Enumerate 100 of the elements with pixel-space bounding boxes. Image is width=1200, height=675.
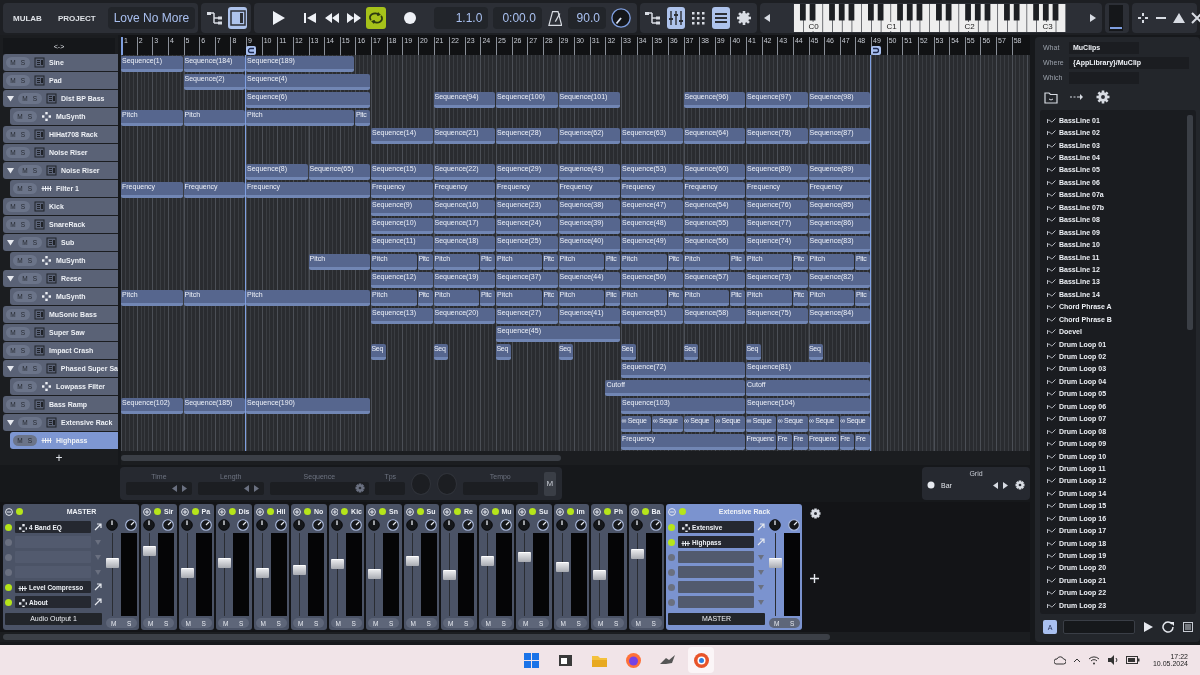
expand-icon[interactable] bbox=[293, 507, 301, 516]
knob[interactable] bbox=[180, 519, 193, 531]
expand-arrow-icon[interactable] bbox=[7, 95, 14, 102]
knob[interactable] bbox=[537, 519, 549, 531]
expand-arrow-icon[interactable] bbox=[7, 275, 14, 282]
mixer-button[interactable] bbox=[666, 7, 686, 29]
knob[interactable] bbox=[368, 519, 380, 531]
fullscreen-button[interactable] bbox=[1136, 11, 1150, 25]
fader-track[interactable] bbox=[368, 533, 381, 616]
expand-icon[interactable] bbox=[180, 507, 189, 516]
expand-icon[interactable] bbox=[405, 507, 414, 516]
fader-track[interactable] bbox=[293, 533, 306, 616]
chevron-up-icon[interactable] bbox=[1072, 657, 1081, 663]
fader-handle[interactable] bbox=[255, 568, 269, 579]
fader-handle[interactable] bbox=[630, 549, 644, 560]
fader-handle[interactable] bbox=[555, 562, 569, 573]
knob[interactable] bbox=[255, 519, 268, 531]
power-dot-icon[interactable] bbox=[529, 508, 536, 515]
knob[interactable] bbox=[462, 519, 474, 531]
fader-track[interactable] bbox=[555, 533, 569, 616]
m-button[interactable]: M bbox=[543, 471, 556, 496]
folder-icon[interactable] bbox=[1044, 90, 1058, 104]
knob[interactable] bbox=[218, 519, 230, 531]
refresh-button[interactable] bbox=[1161, 620, 1175, 634]
value-field[interactable] bbox=[197, 481, 264, 495]
power-dot-icon[interactable] bbox=[228, 508, 236, 515]
knob[interactable] bbox=[274, 519, 287, 531]
power-dot-icon[interactable] bbox=[5, 538, 12, 546]
fader-track[interactable] bbox=[255, 533, 269, 616]
fader-track[interactable] bbox=[443, 533, 456, 616]
knob[interactable] bbox=[499, 519, 512, 531]
open-editor-icon[interactable] bbox=[94, 523, 102, 531]
collapse-icon[interactable] bbox=[5, 507, 13, 516]
panel-view-button[interactable] bbox=[228, 7, 247, 29]
project-menu-button[interactable]: PROJECT bbox=[51, 7, 102, 29]
expand-icon[interactable] bbox=[518, 507, 526, 516]
expand-icon[interactable] bbox=[593, 507, 601, 516]
knob[interactable] bbox=[630, 519, 643, 531]
expand-icon[interactable] bbox=[443, 507, 451, 516]
fader-handle[interactable] bbox=[143, 546, 156, 557]
knob[interactable] bbox=[593, 519, 605, 531]
search-field[interactable] bbox=[1063, 620, 1135, 634]
expand-arrow-icon[interactable] bbox=[7, 167, 14, 174]
fader-handle[interactable] bbox=[405, 556, 419, 567]
knob[interactable] bbox=[555, 519, 568, 531]
scrollbar[interactable] bbox=[3, 634, 830, 640]
knob[interactable] bbox=[143, 519, 155, 531]
fader-track[interactable] bbox=[769, 533, 782, 616]
open-editor-icon[interactable] bbox=[94, 583, 102, 591]
knob[interactable] bbox=[574, 519, 587, 531]
fader-track[interactable] bbox=[480, 533, 494, 616]
fader-handle[interactable] bbox=[218, 557, 231, 568]
list-button[interactable] bbox=[711, 7, 731, 29]
power-dot-icon[interactable] bbox=[16, 508, 23, 515]
time-field[interactable]: 0:00.0 bbox=[493, 7, 542, 29]
knob[interactable] bbox=[199, 519, 212, 531]
expand-arrow-icon[interactable] bbox=[7, 365, 14, 372]
value-field[interactable] bbox=[269, 481, 370, 495]
project-name-field[interactable]: Love No More bbox=[107, 7, 196, 29]
fader-handle[interactable] bbox=[330, 559, 344, 570]
loop-start-marker[interactable] bbox=[246, 46, 256, 55]
power-dot-icon[interactable] bbox=[5, 568, 12, 576]
power-dot-icon[interactable] bbox=[5, 598, 12, 606]
loop-button[interactable] bbox=[366, 7, 387, 29]
power-dot-icon[interactable] bbox=[154, 508, 161, 515]
knob[interactable] bbox=[769, 519, 781, 531]
knob[interactable] bbox=[125, 519, 137, 531]
list-view-button[interactable] bbox=[1181, 620, 1195, 634]
expand-icon[interactable] bbox=[255, 507, 264, 516]
fader-track[interactable] bbox=[518, 533, 531, 616]
wifi-icon[interactable] bbox=[1087, 655, 1100, 665]
fader-handle[interactable] bbox=[106, 557, 119, 568]
fader-track[interactable] bbox=[630, 533, 644, 616]
arrow-right-icon[interactable] bbox=[1070, 93, 1084, 101]
knob[interactable] bbox=[443, 519, 455, 531]
close-button[interactable] bbox=[1190, 11, 1200, 25]
power-dot-icon[interactable] bbox=[604, 508, 611, 515]
scroll-left-button[interactable] bbox=[763, 12, 771, 24]
power-dot-icon[interactable] bbox=[668, 538, 675, 546]
stepper-arrows-icon[interactable] bbox=[993, 481, 1009, 489]
mulab-menu-button[interactable]: MULAB bbox=[7, 7, 48, 29]
maximize-button[interactable] bbox=[1172, 11, 1186, 25]
knob[interactable] bbox=[237, 519, 249, 531]
power-dot-icon[interactable] bbox=[5, 583, 12, 591]
power-dot-icon[interactable] bbox=[641, 508, 649, 515]
fader-track[interactable] bbox=[405, 533, 419, 616]
fader-track[interactable] bbox=[143, 533, 156, 616]
knob[interactable] bbox=[387, 519, 399, 531]
knob[interactable] bbox=[788, 519, 800, 531]
position-field[interactable]: 1.1.0 bbox=[434, 7, 489, 29]
fader-track[interactable] bbox=[593, 533, 606, 616]
fader-track[interactable] bbox=[330, 533, 344, 616]
value-field[interactable] bbox=[126, 481, 192, 495]
power-dot-icon[interactable] bbox=[668, 553, 675, 561]
power-dot-icon[interactable] bbox=[341, 508, 349, 515]
knob[interactable] bbox=[162, 519, 174, 531]
fader-handle[interactable] bbox=[180, 568, 194, 579]
power-dot-icon[interactable] bbox=[304, 508, 311, 515]
power-dot-icon[interactable] bbox=[566, 508, 574, 515]
tempo-knob[interactable] bbox=[610, 7, 631, 29]
